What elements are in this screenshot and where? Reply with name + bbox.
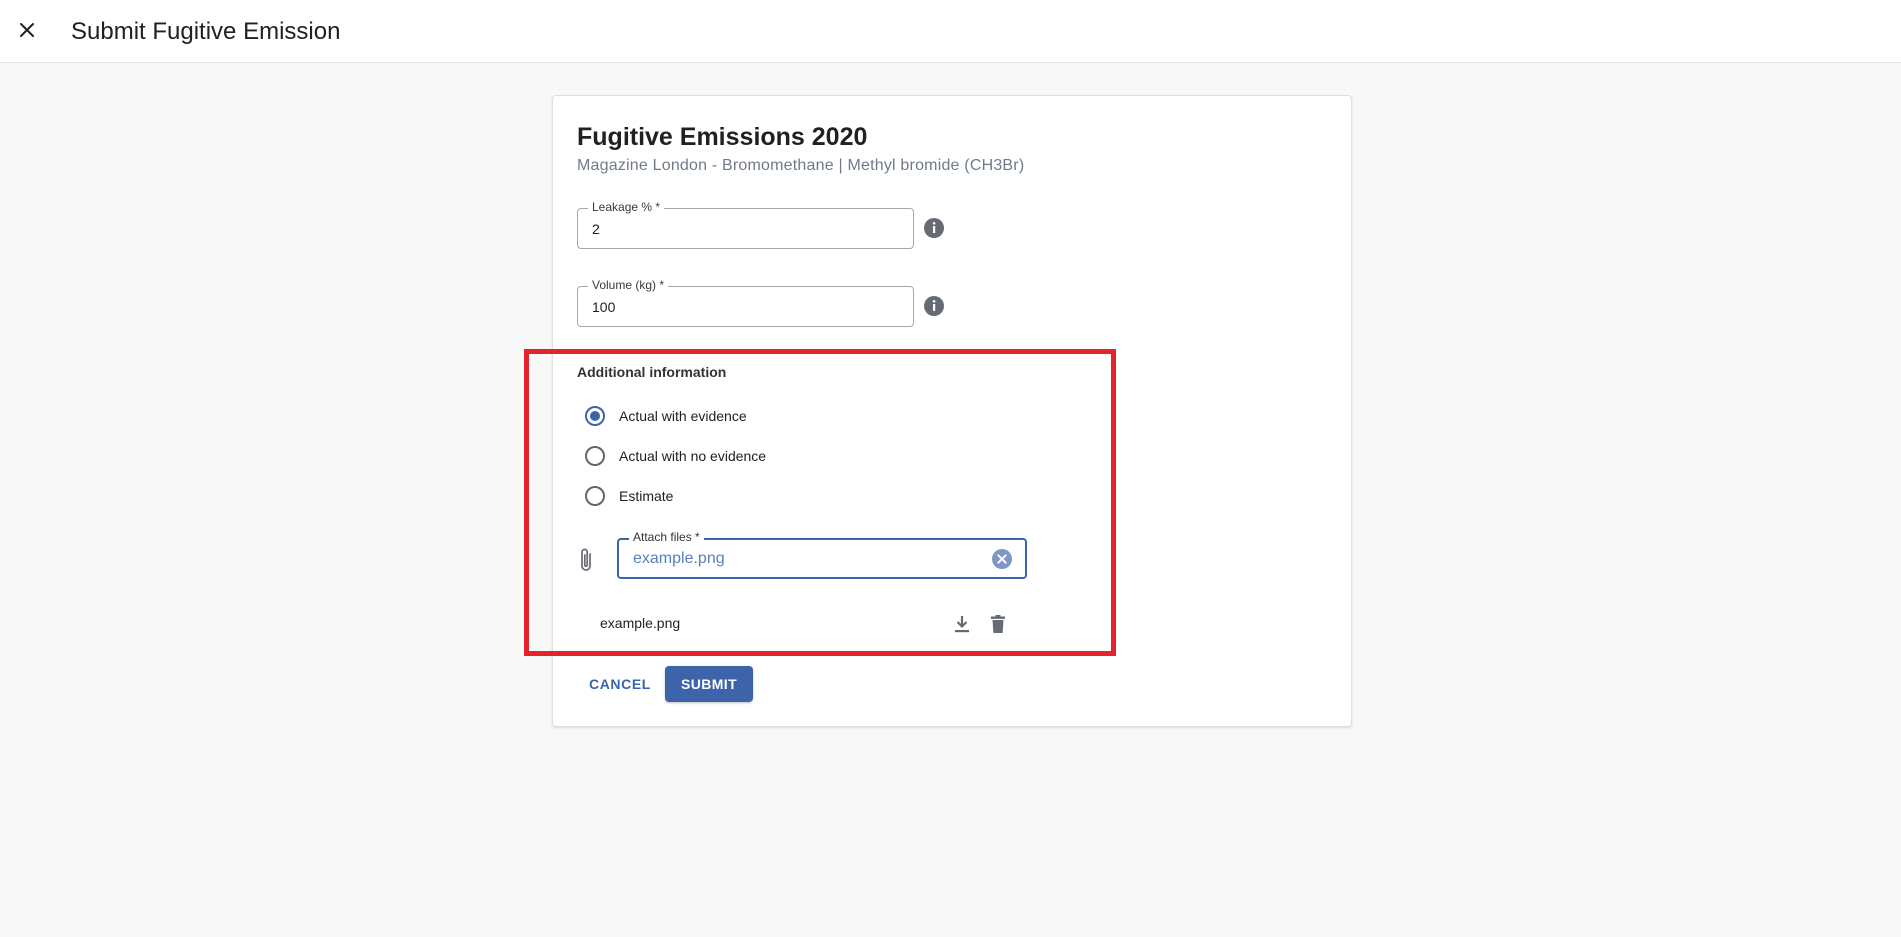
- clear-circle-icon[interactable]: [991, 548, 1013, 570]
- additional-information-label: Additional information: [577, 364, 727, 380]
- attached-file-name: example.png: [600, 615, 681, 631]
- form-title: Fugitive Emissions 2020: [577, 123, 868, 151]
- attach-files-value[interactable]: example.png: [633, 550, 725, 568]
- radio-button[interactable]: [585, 486, 605, 506]
- volume-value[interactable]: 100: [592, 299, 615, 315]
- cancel-button[interactable]: CANCEL: [581, 666, 659, 702]
- leakage-value[interactable]: 2: [592, 221, 600, 237]
- radio-label: Actual with no evidence: [619, 448, 767, 464]
- close-icon: [20, 23, 34, 37]
- page-title: Submit Fugitive Emission: [71, 18, 341, 45]
- leakage-info-icon[interactable]: [923, 217, 945, 239]
- leakage-label: Leakage % *: [588, 200, 665, 214]
- leakage-field[interactable]: Leakage % * 2: [577, 200, 914, 249]
- attach-files-field[interactable]: Attach files * example.png: [617, 530, 1027, 579]
- radio-button-checked[interactable]: [585, 406, 605, 426]
- download-icon[interactable]: [951, 613, 973, 635]
- paperclip-icon[interactable]: [577, 547, 597, 573]
- radio-actual-with-no-evidence[interactable]: Actual with no evidence: [585, 444, 766, 468]
- attach-files-label: Attach files *: [629, 530, 704, 544]
- radio-label: Estimate: [619, 488, 674, 504]
- trash-icon[interactable]: [987, 613, 1009, 635]
- radio-button[interactable]: [585, 446, 605, 466]
- top-app-bar: Submit Fugitive Emission: [0, 0, 1901, 63]
- close-button[interactable]: [12, 14, 42, 46]
- radio-label: Actual with evidence: [619, 408, 747, 424]
- form-subtitle: Magazine London - Bromomethane | Methyl …: [577, 157, 1025, 174]
- radio-estimate[interactable]: Estimate: [585, 484, 673, 508]
- form-card: Fugitive Emissions 2020 Magazine London …: [552, 95, 1352, 727]
- submit-button[interactable]: SUBMIT: [665, 666, 753, 702]
- volume-info-icon[interactable]: [923, 295, 945, 317]
- volume-field[interactable]: Volume (kg) * 100: [577, 278, 914, 327]
- volume-label: Volume (kg) *: [588, 278, 669, 292]
- radio-actual-with-evidence[interactable]: Actual with evidence: [585, 404, 747, 428]
